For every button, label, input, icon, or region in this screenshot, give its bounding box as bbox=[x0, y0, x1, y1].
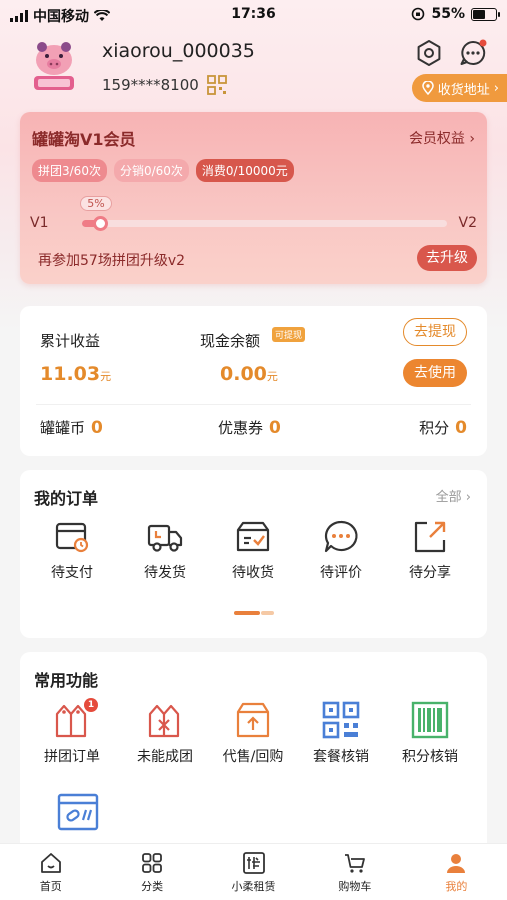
coins-stat[interactable]: 罐罐币 0 bbox=[40, 417, 103, 438]
tool-resale-buyback[interactable]: 代售/回购 bbox=[213, 700, 293, 766]
total-earnings-label: 累计收益 bbox=[40, 332, 101, 350]
chevron-right-icon: › bbox=[493, 80, 499, 96]
avatar[interactable] bbox=[26, 38, 82, 96]
order-pending-shipment[interactable]: 待发货 bbox=[125, 518, 205, 582]
user-icon bbox=[447, 854, 466, 873]
order-item-label: 待支付 bbox=[51, 565, 93, 581]
order-pending-payment[interactable]: 待支付 bbox=[32, 518, 112, 582]
cash-balance-amount: 0.00元 bbox=[220, 363, 278, 385]
battery-icon bbox=[471, 7, 500, 21]
address-button[interactable]: 收货地址 › bbox=[411, 74, 507, 102]
grid-icon bbox=[142, 853, 163, 873]
points-stat[interactable]: 积分 0 bbox=[419, 417, 467, 438]
earnings-card: 累计收益 11.03元 现金余额 可提现 0.00元 去提现 去使用 罐罐币 0 … bbox=[20, 306, 487, 456]
total-earnings-amount: 11.03元 bbox=[40, 363, 112, 385]
username: xiaorou_000035 bbox=[102, 40, 255, 62]
tab-label: 小柔租赁 bbox=[231, 880, 276, 893]
upgrade-hint: 再参加57场拼团升级v2 bbox=[38, 253, 186, 269]
member-rights-link[interactable]: 会员权益 › bbox=[409, 128, 475, 148]
tool-item-label: 套餐核销 bbox=[313, 749, 369, 765]
phone-number: 159****8100 bbox=[102, 76, 199, 94]
qr-code-icon[interactable] bbox=[206, 75, 227, 95]
tools-title: 常用功能 bbox=[34, 671, 99, 690]
tab-label: 我的 bbox=[445, 880, 468, 893]
qr-code-icon bbox=[322, 701, 360, 739]
divider bbox=[36, 404, 471, 405]
order-item-label: 待评价 bbox=[320, 565, 362, 581]
order-pending-review[interactable]: 待评价 bbox=[301, 518, 381, 582]
tool-package-verify[interactable]: 套餐核销 bbox=[301, 700, 381, 766]
order-item-label: 待分享 bbox=[409, 565, 451, 581]
orders-card: 我的订单 全部 › 待支付 待发货 待收货 待评价 待分享 bbox=[20, 470, 487, 638]
order-pending-receipt[interactable]: 待收货 bbox=[213, 518, 293, 582]
settings-icon[interactable] bbox=[414, 38, 444, 68]
level-from: V1 bbox=[30, 215, 49, 231]
withdrawable-tag: 可提现 bbox=[272, 327, 306, 342]
tab-cart[interactable]: 购物车 bbox=[304, 844, 405, 900]
bottom-tab-bar: 首页 分类 小柔租赁 购物车 我的 bbox=[0, 843, 507, 900]
chip-group-buy: 拼团3/60次 bbox=[32, 159, 107, 182]
chip-spending: 消费0/10000元 bbox=[195, 159, 294, 182]
coupons-stat[interactable]: 优惠券 0 bbox=[218, 417, 281, 438]
tab-label: 首页 bbox=[39, 880, 62, 893]
tool-failed-groups[interactable]: 未能成团 bbox=[125, 700, 205, 766]
share-arrow-icon bbox=[414, 521, 446, 553]
tab-label: 分类 bbox=[141, 880, 164, 893]
tool-item-label: 拼团订单 bbox=[44, 749, 100, 765]
member-chips: 拼团3/60次 分销0/60次 消费0/10000元 bbox=[32, 159, 294, 182]
tool-item-label: 未能成团 bbox=[137, 749, 193, 765]
order-item-label: 待收货 bbox=[232, 565, 274, 581]
progress-percent: 5% bbox=[80, 196, 112, 211]
notification-badge: 1 bbox=[84, 698, 98, 712]
message-icon[interactable] bbox=[458, 38, 488, 68]
orientation-lock-icon bbox=[412, 7, 425, 21]
tab-me[interactable]: 我的 bbox=[406, 844, 507, 900]
resale-box-icon bbox=[236, 702, 270, 738]
tool-link-card[interactable] bbox=[38, 792, 118, 838]
rent-icon bbox=[242, 852, 265, 874]
tool-item-label: 代售/回购 bbox=[222, 749, 284, 765]
orders-title: 我的订单 bbox=[34, 489, 99, 508]
tab-categories[interactable]: 分类 bbox=[101, 844, 202, 900]
battery-percent: 55% bbox=[431, 6, 465, 22]
level-progress-track bbox=[82, 220, 447, 227]
box-check-icon bbox=[236, 521, 270, 552]
tool-group-orders[interactable]: 1 拼团订单 bbox=[32, 698, 112, 766]
status-bar: 中国移动 17:36 55% bbox=[0, 0, 507, 30]
failed-group-icon bbox=[148, 704, 180, 738]
address-button-label: 收货地址 bbox=[437, 82, 490, 98]
page-indicator bbox=[234, 611, 274, 615]
chevron-right-icon: › bbox=[469, 131, 475, 147]
link-card-icon bbox=[57, 793, 99, 831]
barcode-icon bbox=[411, 701, 449, 739]
order-item-label: 待发货 bbox=[144, 565, 186, 581]
order-pending-share[interactable]: 待分享 bbox=[390, 518, 470, 582]
tools-card: 常用功能 1 拼团订单 未能成团 代售/回购 套餐核销 积分核销 bbox=[20, 652, 487, 852]
tab-home[interactable]: 首页 bbox=[0, 844, 101, 900]
tool-item-label: 积分核销 bbox=[402, 749, 458, 765]
cart-icon bbox=[344, 854, 365, 873]
cash-balance-label: 现金余额 bbox=[200, 332, 261, 350]
tab-label: 购物车 bbox=[338, 880, 372, 893]
member-rights-label: 会员权益 bbox=[408, 131, 465, 147]
chevron-right-icon: › bbox=[465, 490, 471, 505]
member-card[interactable]: 罐罐淘V1会员 会员权益 › 拼团3/60次 分销0/60次 消费0/10000… bbox=[20, 112, 487, 284]
tool-points-verify[interactable]: 积分核销 bbox=[390, 700, 470, 766]
member-title: 罐罐淘V1会员 bbox=[32, 130, 136, 149]
tab-rental[interactable]: 小柔租赁 bbox=[203, 844, 304, 900]
chat-bubble-icon bbox=[324, 520, 358, 553]
phone-row: 159****8100 bbox=[102, 75, 227, 95]
wallet-clock-icon bbox=[55, 522, 89, 553]
use-button[interactable]: 去使用 bbox=[403, 359, 467, 387]
location-pin-icon bbox=[422, 81, 434, 95]
level-to: V2 bbox=[458, 215, 477, 231]
truck-icon bbox=[147, 524, 183, 552]
upgrade-button[interactable]: 去升级 bbox=[417, 245, 477, 271]
orders-see-all-link[interactable]: 全部 › bbox=[436, 486, 471, 505]
chip-distribution: 分销0/60次 bbox=[113, 159, 189, 182]
withdraw-button[interactable]: 去提现 bbox=[403, 318, 467, 346]
home-icon bbox=[40, 853, 61, 873]
level-progress-knob bbox=[93, 216, 109, 231]
